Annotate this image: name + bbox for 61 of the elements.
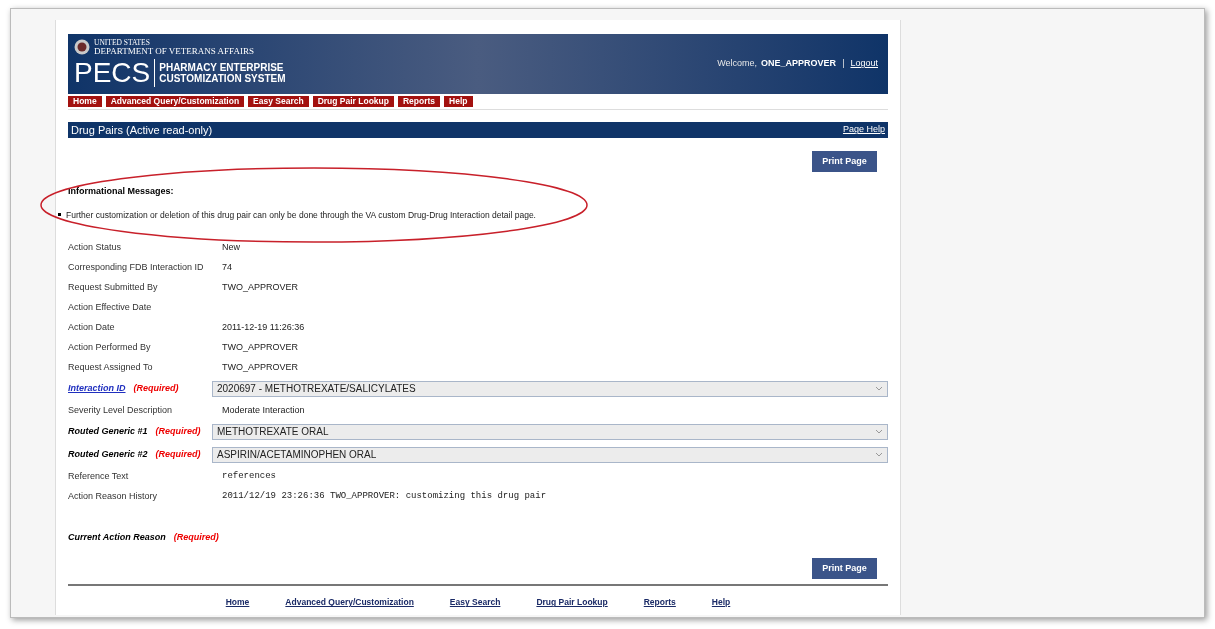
footer-link[interactable]: Drug Pair Lookup [536,596,608,609]
field-label: Request Submitted By [68,280,158,294]
welcome-text: Welcome, [717,57,758,71]
messages-heading: Informational Messages: [68,185,175,198]
field-label: Routed Generic #2 [68,448,148,461]
field-label: Corresponding FDB Interaction ID [68,260,204,274]
field-label: Reference Text [68,469,129,483]
chevron-down-icon [875,451,883,458]
required-marker: (Required) [173,530,219,544]
pecs-logo: PECS [74,59,156,87]
separator: | [841,57,846,71]
page-title: Drug Pairs (Active read-only) [71,122,213,138]
required-marker: (Required) [133,382,179,395]
field-label: Action Date [68,320,115,334]
system-name: CUSTOMIZATION SYSTEM [159,73,286,84]
field-value: TWO_APPROVER [222,360,298,374]
message-text: Further customization or deletion of this drug pair can only be done through the VA custom Drug-Drug Interaction detail page. [66,208,536,222]
field-value: references [222,469,276,483]
field-value: 74 [222,260,232,274]
select-field[interactable]: METHOTREXATE ORAL [212,423,888,440]
field-label: Severity Level Description [68,403,173,417]
footer-link[interactable]: Reports [643,596,676,609]
user-name: ONE_APPROVER [761,57,837,71]
footer-link[interactable]: Easy Search [449,596,501,609]
footer-link[interactable]: Advanced Query/Customization [285,596,414,609]
required-marker: (Required) [155,425,201,438]
nav-tab[interactable]: Reports [398,96,441,107]
agency-name: DEPARTMENT OF VETERANS AFFAIRS [94,47,254,56]
field-value: TWO_APPROVER [222,280,298,294]
field-label: Action Effective Date [68,300,152,314]
field-value: TWO_APPROVER [222,340,298,354]
interaction-id-link[interactable]: Interaction ID [68,382,126,396]
chevron-down-icon [875,428,883,435]
field-label: Action Performed By [68,340,151,354]
field-value: Moderate Interaction [222,403,305,417]
field-value: New [222,240,240,254]
field-value: 2011-12-19 11:26:36 [222,320,305,334]
seal-icon [74,39,90,55]
bullet-icon [58,213,61,217]
logout-link[interactable]: Logout [850,57,878,71]
nav-tab[interactable]: Drug Pair Lookup [312,96,394,107]
nav-tab[interactable]: Easy Search [248,96,309,107]
field-value: 2011/12/19 23:26:36 TWO_APPROVER: customizing this drug pair [222,489,547,503]
page-help-link[interactable]: Page Help [842,123,885,137]
field-label: Routed Generic #1 [68,425,148,438]
nav-tab[interactable]: Home [68,96,102,107]
chevron-down-icon [875,385,883,392]
nav-tab[interactable]: Help [444,96,473,107]
print-page-button[interactable]: Print Page [812,151,877,172]
field-label: Action Reason History [68,489,158,503]
field-label: Action Status [68,240,122,254]
field-label: Request Assigned To [68,360,153,374]
print-page-button[interactable]: Print Page [812,558,877,580]
select-field[interactable]: 2020697 - METHOTREXATE/SALICYLATES [212,380,888,397]
field-label: Current Action Reason [68,530,166,544]
select-field[interactable]: ASPIRIN/ACETAMINOPHEN ORAL [212,446,888,463]
nav-tab[interactable]: Advanced Query/Customization [105,96,245,107]
footer-link[interactable]: Home [225,596,250,609]
system-name: PHARMACY ENTERPRISE [159,62,285,73]
footer-link[interactable]: Help [711,596,731,609]
required-marker: (Required) [155,448,201,461]
